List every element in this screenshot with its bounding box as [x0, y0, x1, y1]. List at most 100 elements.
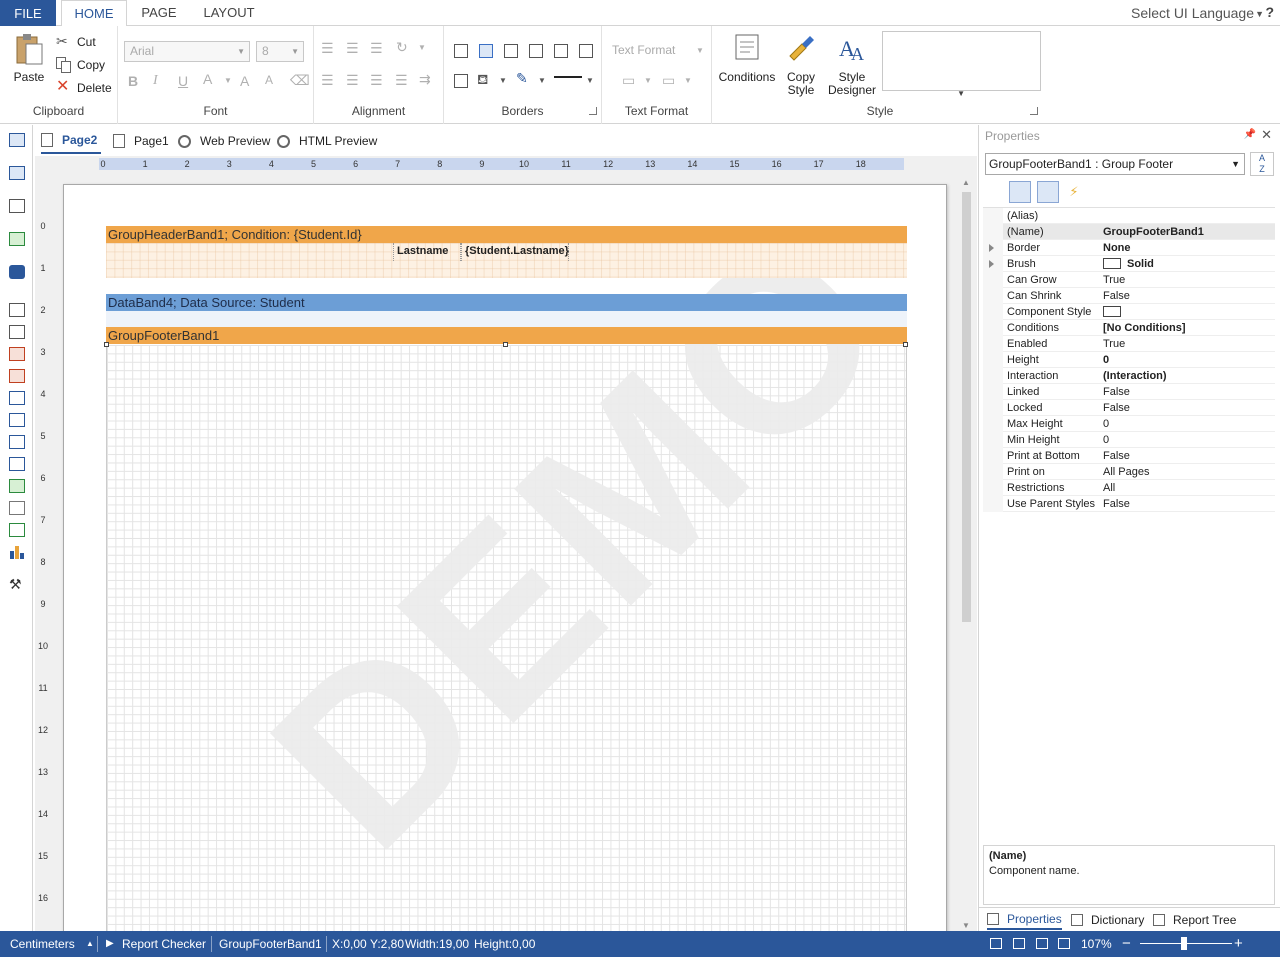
- format-currency-icon[interactable]: ▭: [622, 72, 635, 89]
- tab-dictionary[interactable]: Dictionary: [1071, 910, 1144, 930]
- left-border-icon[interactable]: [529, 44, 543, 58]
- view-full-icon[interactable]: [1036, 938, 1048, 949]
- units-selector[interactable]: Centimeters: [10, 931, 75, 957]
- resize-handle-right[interactable]: [903, 342, 908, 347]
- panel-icon[interactable]: [9, 391, 25, 405]
- property-value[interactable]: All: [1103, 480, 1275, 496]
- shape-icon[interactable]: [9, 501, 25, 515]
- delete-button[interactable]: ✕ Delete: [56, 78, 112, 98]
- right-border-icon[interactable]: [579, 44, 593, 58]
- rich-text-icon[interactable]: [9, 369, 25, 383]
- ui-language-selector[interactable]: Select UI Language: [1131, 5, 1254, 21]
- container-icon[interactable]: [9, 413, 25, 427]
- font-family-combo[interactable]: Arial ▼: [124, 41, 250, 62]
- scrollbar-thumb[interactable]: [962, 192, 971, 622]
- property-value[interactable]: None: [1103, 240, 1275, 256]
- group-header-band-body[interactable]: Lastname {Student.Lastname}: [106, 243, 907, 278]
- property-value[interactable]: All Pages: [1103, 464, 1275, 480]
- tab-web-preview[interactable]: Web Preview: [178, 128, 270, 154]
- zoom-level[interactable]: 107%: [1081, 931, 1112, 957]
- property-row[interactable]: Interaction (Interaction): [983, 368, 1275, 384]
- sort-alphabetical-button[interactable]: A Z: [1250, 152, 1274, 176]
- property-value[interactable]: 0: [1103, 352, 1275, 368]
- chevron-down-icon[interactable]: ▼: [224, 76, 232, 85]
- lastname-label-textbox[interactable]: Lastname: [393, 243, 461, 261]
- property-value[interactable]: True: [1103, 336, 1275, 352]
- style-designer-button[interactable]: A A Style Designer: [826, 32, 878, 97]
- property-pages-icon[interactable]: [1091, 181, 1113, 203]
- chevron-down-icon[interactable]: ▼: [684, 76, 692, 85]
- chevron-down-icon[interactable]: ▼: [696, 46, 704, 55]
- scroll-up-icon[interactable]: ▲: [962, 178, 970, 187]
- bold-icon[interactable]: B: [128, 73, 138, 89]
- property-row[interactable]: Locked False: [983, 400, 1275, 416]
- header-band-icon[interactable]: [9, 166, 25, 180]
- chevron-up-icon[interactable]: ▲: [86, 931, 94, 957]
- property-row[interactable]: Conditions [No Conditions]: [983, 320, 1275, 336]
- zoom-slider-thumb[interactable]: [1181, 937, 1187, 950]
- rotate-icon[interactable]: ↻: [396, 39, 408, 56]
- property-value[interactable]: [1103, 304, 1275, 320]
- word-wrap-icon[interactable]: ⇉: [419, 71, 431, 88]
- group-header-band[interactable]: GroupHeaderBand1; Condition: {Student.Id…: [106, 226, 907, 243]
- property-row[interactable]: Can Shrink False: [983, 288, 1275, 304]
- border-style-icon[interactable]: [554, 76, 582, 78]
- design-canvas[interactable]: 0 1 2 3 4 5 6 7 8 9 10 11 12 13 14 15 16 17 18 01234567891…: [35, 156, 977, 931]
- report-title-band-icon[interactable]: [9, 133, 25, 147]
- property-row[interactable]: Brush Solid: [983, 256, 1275, 272]
- property-row[interactable]: Use Parent Styles False: [983, 496, 1275, 512]
- text-icon[interactable]: [9, 325, 25, 339]
- close-icon[interactable]: ✕: [1261, 127, 1272, 143]
- property-value[interactable]: False: [1103, 400, 1275, 416]
- lastname-field-textbox[interactable]: {Student.Lastname}: [461, 243, 569, 261]
- report-page[interactable]: DEMO GroupHeaderBand1; Condition: {Stude…: [63, 182, 947, 931]
- image-band-icon[interactable]: [9, 232, 25, 246]
- align-bottom-icon[interactable]: ☰: [370, 40, 383, 57]
- chevron-down-icon[interactable]: ▼: [418, 43, 426, 52]
- align-right-icon[interactable]: ☰: [370, 72, 383, 89]
- tab-home[interactable]: HOME: [61, 0, 127, 27]
- italic-icon[interactable]: I: [153, 73, 158, 89]
- cut-button[interactable]: ✂ Cut: [56, 32, 96, 52]
- property-row[interactable]: Print on All Pages: [983, 464, 1275, 480]
- alphabetical-icon[interactable]: [1009, 181, 1031, 203]
- property-value[interactable]: True: [1103, 272, 1275, 288]
- property-row[interactable]: (Alias): [983, 208, 1275, 224]
- tab-layout[interactable]: LAYOUT: [196, 0, 262, 26]
- property-value[interactable]: False: [1103, 288, 1275, 304]
- clone-icon[interactable]: [9, 435, 25, 449]
- border-color-icon[interactable]: ✎: [516, 70, 528, 87]
- tab-page2[interactable]: Page2: [41, 128, 102, 154]
- property-value[interactable]: Solid: [1103, 256, 1275, 272]
- data-band[interactable]: DataBand4; Data Source: Student: [106, 294, 907, 311]
- underline-icon[interactable]: U: [178, 73, 188, 89]
- tab-report-tree[interactable]: Report Tree: [1153, 910, 1236, 930]
- no-border-icon[interactable]: [479, 44, 493, 58]
- property-value[interactable]: False: [1103, 448, 1275, 464]
- help-button[interactable]: ?: [1265, 4, 1274, 20]
- image-icon[interactable]: [9, 479, 25, 493]
- eraser-icon[interactable]: ⌫: [290, 72, 310, 89]
- align-top-icon[interactable]: ☰: [321, 40, 334, 57]
- resize-handle-left[interactable]: [104, 342, 109, 347]
- zoom-100-icon[interactable]: [1058, 938, 1070, 949]
- property-value[interactable]: False: [1103, 496, 1275, 512]
- chevron-down-icon[interactable]: ▼: [644, 76, 652, 85]
- view-normal-icon[interactable]: [990, 938, 1002, 949]
- style-dialog-launcher[interactable]: [1030, 107, 1038, 115]
- view-page-icon[interactable]: [1013, 938, 1025, 949]
- sub-report-icon[interactable]: [9, 457, 25, 471]
- data-band-body[interactable]: [106, 311, 907, 328]
- property-row[interactable]: Can Grow True: [983, 272, 1275, 288]
- chevron-down-icon[interactable]: ▼: [1255, 9, 1264, 19]
- property-value[interactable]: False: [1103, 384, 1275, 400]
- tab-page1[interactable]: Page1: [113, 128, 169, 154]
- borders-dialog-launcher[interactable]: [589, 107, 597, 115]
- chart-icon[interactable]: [9, 545, 25, 559]
- bottom-border-icon[interactable]: [554, 44, 568, 58]
- text-format-combo[interactable]: Text Format: [612, 43, 675, 57]
- vertical-scrollbar[interactable]: ▲ ▼: [960, 178, 973, 930]
- property-value[interactable]: 0: [1103, 416, 1275, 432]
- conditions-button[interactable]: Conditions: [718, 32, 776, 84]
- property-row[interactable]: Height 0: [983, 352, 1275, 368]
